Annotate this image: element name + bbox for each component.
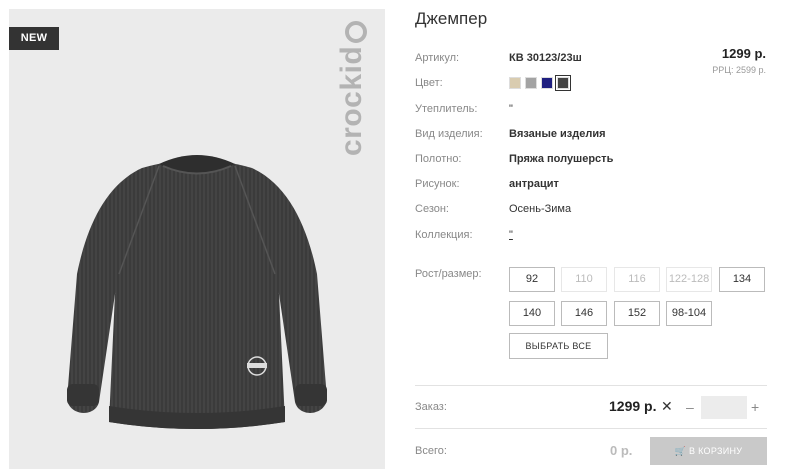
attr-label: Утеплитель: <box>415 103 478 115</box>
divider <box>415 385 767 386</box>
size-option[interactable]: 146 <box>561 301 607 326</box>
order-label: Заказ: <box>415 401 447 413</box>
product-price: 1299 р. <box>721 46 766 61</box>
product-title: Джемпер <box>415 9 488 28</box>
attr-label: Полотно: <box>415 153 462 165</box>
times-icon: ✕ <box>661 398 673 414</box>
color-swatch[interactable] <box>541 77 553 89</box>
attr-value: Осень-Зима <box>509 203 572 215</box>
attr-value: Вязаные изделия <box>509 128 606 140</box>
size-option[interactable]: 152 <box>614 301 660 326</box>
color-swatch[interactable] <box>525 77 537 89</box>
decrease-quantity-button[interactable]: – <box>686 399 694 415</box>
attr-label: Рисунок: <box>415 178 460 190</box>
size-option[interactable]: 134 <box>719 267 765 292</box>
size-option[interactable]: 110 <box>561 267 607 292</box>
size-option[interactable]: 116 <box>614 267 660 292</box>
attr-label: Вид изделия: <box>415 128 483 140</box>
size-option[interactable]: 92 <box>509 267 555 292</box>
new-badge: NEW <box>9 27 59 50</box>
brand-watermark: crockid <box>335 45 368 156</box>
color-swatch[interactable] <box>555 75 571 91</box>
increase-quantity-button[interactable]: + <box>751 399 759 415</box>
attr-value: КВ 30123/23ш <box>509 52 582 64</box>
total-value: 0 р. <box>610 443 633 458</box>
add-to-cart-label: В КОРЗИНУ <box>689 446 743 456</box>
product-photo[interactable]: NEW crockid <box>9 9 385 469</box>
cart-icon: 🛒 <box>674 446 687 456</box>
brand-logo-icon <box>345 21 367 43</box>
color-swatches <box>509 75 571 91</box>
recommended-retail-price: РРЦ: 2599 р. <box>712 65 766 75</box>
select-all-sizes-button[interactable]: ВЫБРАТЬ ВСЕ <box>509 333 608 359</box>
size-option[interactable]: 122-128 <box>666 267 712 292</box>
sweater-image <box>67 155 327 429</box>
order-price: 1299 р. <box>609 398 657 414</box>
quantity-input[interactable] <box>701 396 747 419</box>
attr-label: Сезон: <box>415 203 449 215</box>
attr-label: Коллекция: <box>415 229 473 241</box>
size-option[interactable]: 140 <box>509 301 555 326</box>
divider <box>415 428 767 429</box>
size-option[interactable]: 98-104 <box>666 301 712 326</box>
attr-value: антрацит <box>509 178 559 190</box>
size-label: Рост/размер: <box>415 268 482 280</box>
attr-value: " <box>509 103 513 115</box>
attr-value-link[interactable]: " <box>509 227 513 243</box>
total-label: Всего: <box>415 445 447 457</box>
attr-label: Цвет: <box>415 77 443 89</box>
attr-value: Пряжа полушерсть <box>509 153 614 165</box>
add-to-cart-button[interactable]: 🛒 В КОРЗИНУ <box>650 437 767 465</box>
color-swatch[interactable] <box>509 77 521 89</box>
attr-label: Артикул: <box>415 52 460 64</box>
